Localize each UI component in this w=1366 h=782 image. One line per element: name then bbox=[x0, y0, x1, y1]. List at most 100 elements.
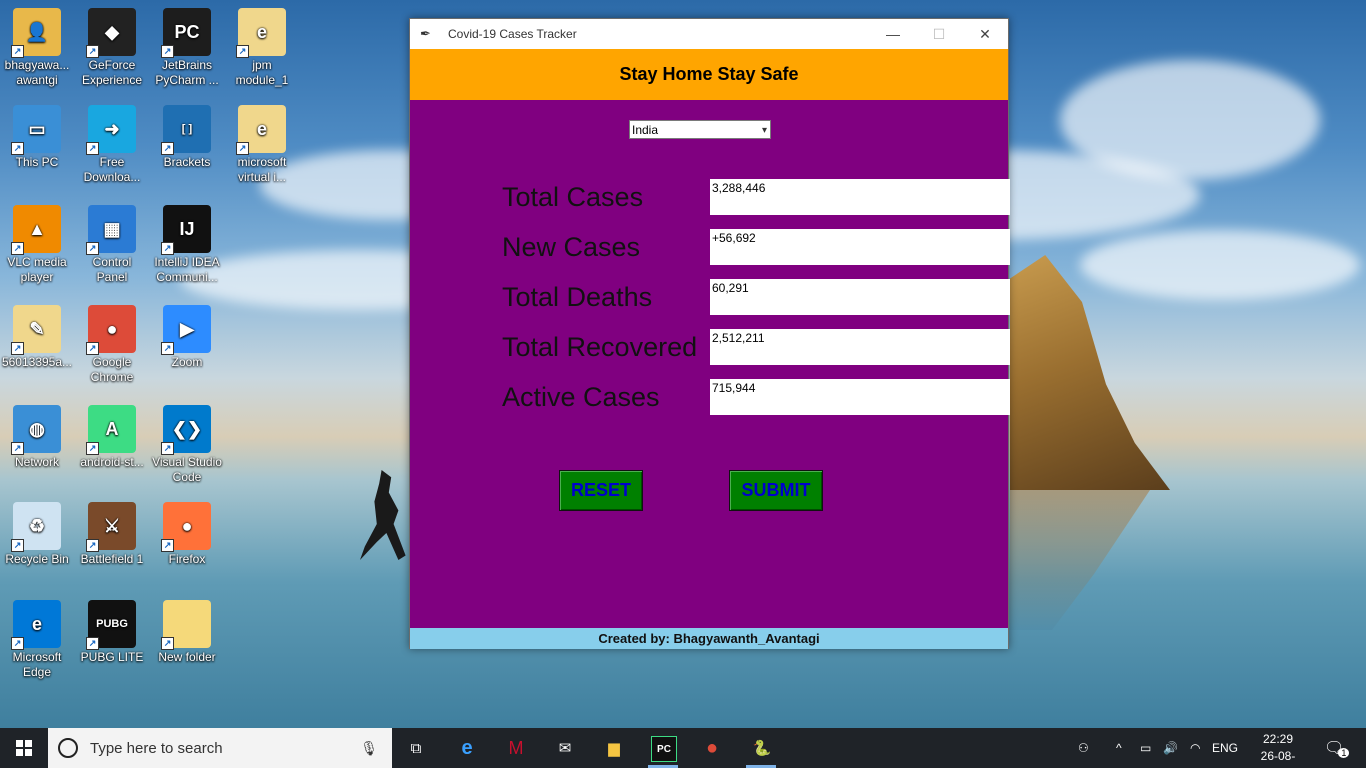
total-recovered-field[interactable]: 2,512,211 bbox=[710, 329, 1010, 365]
desktop-shortcut[interactable]: 👤 ↗ bhagyawa... awantgi bbox=[0, 8, 74, 88]
desktop-shortcut[interactable]: ❮❯ ↗ Visual Studio Code bbox=[150, 405, 224, 485]
total-cases-field[interactable]: 3,288,446 bbox=[710, 179, 1010, 215]
desktop-shortcut[interactable]: ♻ ↗ Recycle Bin bbox=[0, 502, 74, 567]
desktop-shortcut[interactable]: e ↗ Microsoft Edge bbox=[0, 600, 74, 680]
python-icon[interactable]: 🐍 bbox=[750, 736, 774, 760]
desktop-shortcut-label: Google Chrome bbox=[90, 355, 134, 384]
reset-button[interactable]: RESET bbox=[559, 470, 643, 511]
desktop-shortcut[interactable]: ➜ ↗ Free Downloa... bbox=[75, 105, 149, 185]
new-cases-label: New Cases bbox=[502, 232, 641, 262]
notification-icon[interactable]: 🗨 1 bbox=[1324, 728, 1350, 768]
notification-count: 1 bbox=[1338, 748, 1350, 758]
desktop-shortcut[interactable]: ▭ ↗ This PC bbox=[0, 105, 74, 170]
shortcut-arrow-icon: ↗ bbox=[11, 637, 24, 650]
window-title: Covid-19 Cases Tracker bbox=[448, 27, 577, 41]
desktop-shortcut[interactable]: e ↗ microsoft virtual i... bbox=[225, 105, 299, 185]
desktop-shortcut[interactable]: ▲ ↗ VLC media player bbox=[0, 205, 74, 285]
pycharm-taskbar-icon[interactable]: PC bbox=[651, 736, 677, 762]
cliff-reflection bbox=[1010, 490, 1150, 630]
desktop-shortcut-label: android-st... bbox=[80, 455, 144, 469]
shortcut-arrow-icon: ↗ bbox=[11, 342, 24, 355]
intellij-icon: IJ ↗ bbox=[161, 205, 211, 255]
pdf-folder-icon: e ↗ bbox=[236, 105, 286, 155]
desktop-shortcut-label: Firefox bbox=[168, 552, 206, 566]
recycle-bin-icon: ♻ ↗ bbox=[11, 502, 61, 552]
submit-button[interactable]: SUBMIT bbox=[729, 470, 823, 511]
desktop-shortcut-label: GeForce Experience bbox=[81, 58, 143, 87]
shortcut-arrow-icon: ↗ bbox=[236, 142, 249, 155]
desktop-shortcut[interactable]: ● ↗ Firefox bbox=[150, 502, 224, 567]
shortcut-arrow-icon: ↗ bbox=[86, 442, 99, 455]
desktop-shortcut[interactable]: PC ↗ JetBrains PyCharm ... bbox=[150, 8, 224, 88]
search-placeholder: Type here to search bbox=[90, 739, 223, 757]
shortcut-arrow-icon: ↗ bbox=[161, 637, 174, 650]
desktop-shortcut[interactable]: A ↗ android-st... bbox=[75, 405, 149, 470]
desktop-shortcut[interactable]: ⚔ ↗ Battlefield 1 bbox=[75, 502, 149, 567]
desktop-shortcut[interactable]: ● ↗ Google Chrome bbox=[75, 305, 149, 385]
desktop-shortcut[interactable]: [ ] ↗ Brackets bbox=[150, 105, 224, 170]
desktop-shortcut-label: microsoft virtual i... bbox=[237, 155, 287, 184]
active-cases-field[interactable]: 715,944 bbox=[710, 379, 1010, 415]
desktop-shortcut-label: Network bbox=[14, 455, 59, 469]
task-view-icon[interactable]: ⧉ bbox=[404, 736, 428, 760]
free-download-icon: ➜ ↗ bbox=[86, 105, 136, 155]
desktop-shortcut[interactable]: PUBG ↗ PUBG LITE bbox=[75, 600, 149, 665]
desktop-shortcut-label: Free Downloa... bbox=[83, 155, 141, 184]
new-cases-field[interactable]: +56,692 bbox=[710, 229, 1010, 265]
desktop-shortcut[interactable]: ▦ ↗ Control Panel bbox=[75, 205, 149, 285]
battlefield-icon: ⚔ ↗ bbox=[86, 502, 136, 552]
start-button[interactable] bbox=[0, 728, 48, 768]
desktop-shortcut-label: bhagyawa... awantgi bbox=[4, 58, 70, 87]
people-icon[interactable]: ⚇ bbox=[1078, 728, 1089, 768]
vlc-icon: ▲ ↗ bbox=[11, 205, 61, 255]
microphone-icon[interactable]: 🎙 bbox=[360, 740, 378, 757]
mcafee-icon[interactable]: M bbox=[504, 736, 528, 760]
desktop-shortcut[interactable]: e ↗ jpm module_1 bbox=[225, 8, 299, 88]
chevron-up-icon[interactable]: ^ bbox=[1116, 728, 1122, 768]
taskbar-search[interactable]: Type here to search 🎙 bbox=[48, 728, 392, 768]
mail-icon[interactable]: ✉ bbox=[553, 736, 577, 760]
desktop-shortcut-label: JetBrains PyCharm ... bbox=[155, 58, 219, 87]
shortcut-arrow-icon: ↗ bbox=[11, 45, 24, 58]
minimize-button[interactable]: — bbox=[870, 19, 916, 49]
desktop-shortcut-label: VLC media player bbox=[7, 255, 67, 284]
vscode-icon: ❮❯ ↗ bbox=[161, 405, 211, 455]
file-explorer-icon[interactable]: ▆ bbox=[602, 736, 626, 760]
desktop-shortcut[interactable]: ▶ ↗ Zoom bbox=[150, 305, 224, 370]
brackets-icon: [ ] ↗ bbox=[161, 105, 211, 155]
desktop-shortcut[interactable]: ✎ ↗ 56013395a... bbox=[0, 305, 74, 370]
desktop-shortcut-label: IntelliJ IDEA Communi... bbox=[154, 255, 220, 284]
taskbar: Type here to search 🎙 ⧉ e M ✉ ▆ PC ● 🐍 ⚇… bbox=[0, 728, 1366, 780]
shortcut-arrow-icon: ↗ bbox=[11, 539, 24, 552]
desktop-shortcut[interactable]: ◆ ↗ GeForce Experience bbox=[75, 8, 149, 88]
control-panel-icon: ▦ ↗ bbox=[86, 205, 136, 255]
chevron-down-icon: ▾ bbox=[761, 125, 767, 136]
title-bar[interactable]: ✒ Covid-19 Cases Tracker — ☐ ✕ bbox=[410, 19, 1008, 49]
language-indicator[interactable]: ENG bbox=[1212, 728, 1238, 768]
desktop-shortcut-label: New folder bbox=[158, 650, 216, 664]
close-button[interactable]: ✕ bbox=[962, 19, 1008, 49]
shortcut-arrow-icon: ↗ bbox=[86, 637, 99, 650]
desktop-shortcut-label: Recycle Bin bbox=[5, 552, 69, 566]
pubg-icon: PUBG ↗ bbox=[86, 600, 136, 650]
maximize-button[interactable]: ☐ bbox=[916, 19, 962, 49]
pycharm-icon: PC ↗ bbox=[161, 8, 211, 58]
volume-icon[interactable]: 🔊 bbox=[1163, 728, 1178, 768]
firefox-icon: ● ↗ bbox=[161, 502, 211, 552]
clock[interactable]: 22:29 26-08-2020 bbox=[1248, 731, 1308, 782]
total-deaths-field[interactable]: 60,291 bbox=[710, 279, 1010, 315]
shortcut-arrow-icon: ↗ bbox=[11, 442, 24, 455]
country-select[interactable]: India ▾ bbox=[629, 120, 771, 139]
desktop-shortcut-label: This PC bbox=[15, 155, 59, 169]
desktop-shortcut[interactable]: ↗ New folder bbox=[150, 600, 224, 665]
wifi-icon[interactable]: ◠ bbox=[1190, 728, 1200, 768]
battery-icon[interactable]: ▭ bbox=[1140, 728, 1151, 768]
shortcut-arrow-icon: ↗ bbox=[161, 442, 174, 455]
shortcut-arrow-icon: ↗ bbox=[161, 539, 174, 552]
desktop-shortcut[interactable]: IJ ↗ IntelliJ IDEA Communi... bbox=[150, 205, 224, 285]
active-cases-label: Active Cases bbox=[502, 382, 660, 412]
edge-taskbar-icon[interactable]: e bbox=[455, 736, 479, 760]
desktop-shortcut[interactable]: ◍ ↗ Network bbox=[0, 405, 74, 470]
chrome-taskbar-icon[interactable]: ● bbox=[700, 736, 724, 760]
zoom-icon: ▶ ↗ bbox=[161, 305, 211, 355]
